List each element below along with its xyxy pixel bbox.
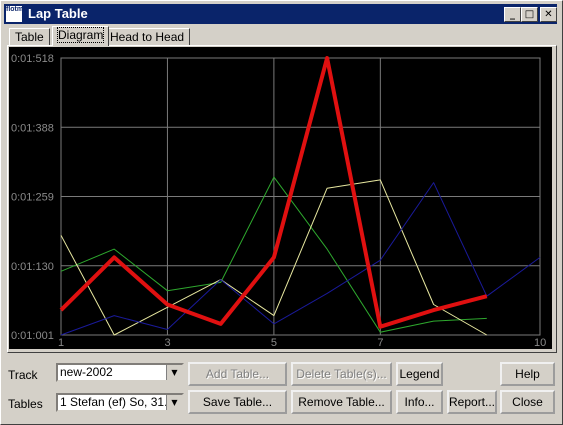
legend-button[interactable]: Legend — [396, 362, 443, 386]
minimize-icon[interactable]: _ — [504, 7, 521, 22]
window-title: Lap Table — [28, 6, 88, 21]
x-tick-label: 10 — [534, 337, 546, 349]
chevron-down-icon[interactable]: ▼ — [166, 395, 182, 410]
tables-label: Tables — [8, 397, 43, 411]
y-tick-label: 0:01:001 — [11, 330, 54, 342]
tab-diagram[interactable]: Diagram — [52, 26, 110, 46]
lap-chart-svg: 0:01:518 0:01:388 0:01:259 0:01:130 0:01:001… — [11, 53, 546, 349]
y-tick-label: 0:01:518 — [11, 53, 54, 65]
track-select[interactable]: new-2002 ▼ — [56, 363, 184, 382]
y-tick-label: 0:01:130 — [11, 261, 54, 273]
info-button[interactable]: Info... — [396, 390, 443, 414]
report-button[interactable]: Report... — [447, 390, 497, 414]
title-bar[interactable]: flotmon Lap Table _ □ ✕ — [4, 4, 557, 24]
track-label: Track — [8, 368, 38, 382]
lap-table-window: flotmon Lap Table _ □ ✕ Table Diagram He… — [0, 0, 563, 425]
delete-table-button[interactable]: Delete Table(s)... — [291, 362, 392, 386]
add-table-button[interactable]: Add Table... — [188, 362, 287, 386]
tab-table[interactable]: Table — [9, 28, 50, 46]
lap-chart: 0:01:518 0:01:388 0:01:259 0:01:130 0:01:001… — [9, 47, 552, 349]
app-icon: flotmon — [6, 6, 32, 22]
tables-select-value: 1 Stefan (ef) So, 31.3.: — [60, 395, 181, 409]
tables-select[interactable]: 1 Stefan (ef) So, 31.3.: ▼ — [56, 393, 184, 412]
series-line-4 — [60, 182, 541, 336]
x-tick-label: 5 — [271, 337, 277, 349]
tab-head-to-head[interactable]: Head to Head — [104, 28, 191, 46]
save-table-button[interactable]: Save Table... — [188, 390, 287, 414]
remove-table-button[interactable]: Remove Table... — [291, 390, 392, 414]
maximize-icon[interactable]: □ — [521, 7, 538, 22]
close-icon[interactable]: ✕ — [540, 7, 557, 22]
chevron-down-icon[interactable]: ▼ — [166, 365, 182, 380]
y-tick-label: 0:01:259 — [11, 192, 54, 204]
help-button[interactable]: Help — [500, 362, 555, 386]
y-tick-label: 0:01:388 — [11, 122, 54, 134]
x-tick-label: 1 — [58, 337, 64, 349]
x-tick-label: 7 — [377, 337, 383, 349]
x-tick-label: 3 — [164, 337, 170, 349]
track-select-value: new-2002 — [60, 365, 113, 379]
close-button[interactable]: Close — [500, 390, 555, 414]
